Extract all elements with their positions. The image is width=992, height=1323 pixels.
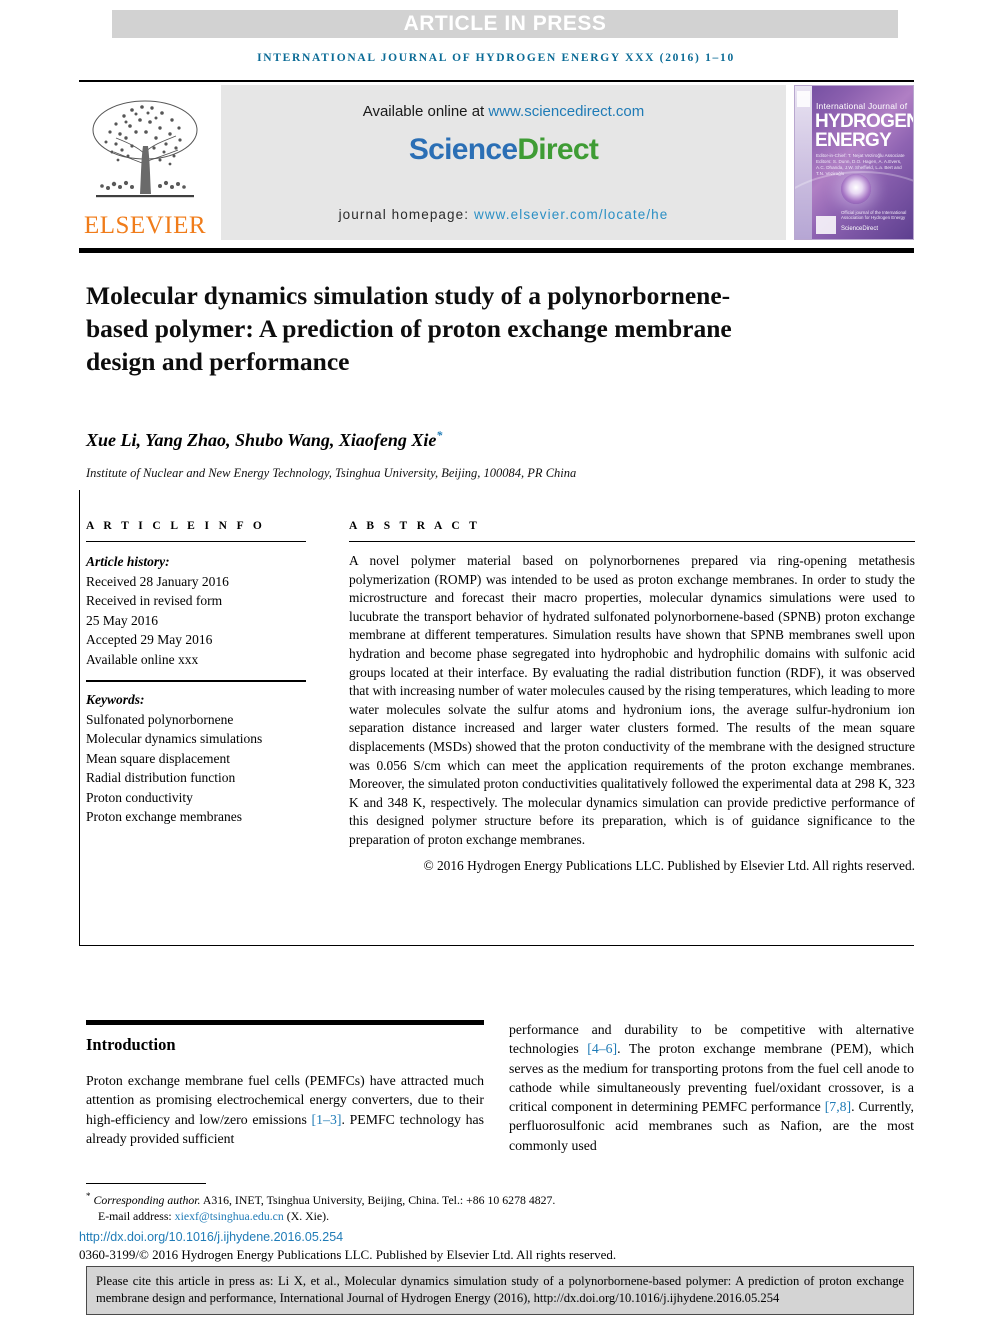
keyword-item: Mean square displacement <box>86 750 230 766</box>
article-in-press-label: ARTICLE IN PRESS <box>403 12 607 35</box>
article-in-press-banner: ARTICLE IN PRESS <box>112 10 898 38</box>
footnote-block: * Corresponding author. A316, INET, Tsin… <box>86 1188 706 1225</box>
cover-iahe-badge-icon <box>816 216 836 234</box>
introduction-paragraph-left: Proton exchange membrane fuel cells (PEM… <box>86 1071 484 1148</box>
author-names: Xue Li, Yang Zhao, Shubo Wang, Xiaofeng … <box>86 430 437 450</box>
sciencedirect-logo-science: Science <box>408 133 518 166</box>
cover-title-energy: ENERGY <box>815 130 892 151</box>
journal-homepage-line: journal homepage: www.elsevier.com/locat… <box>221 207 786 222</box>
masthead: ELSEVIER Available online at www.science… <box>79 80 914 242</box>
sciencedirect-url-link[interactable]: www.sciencedirect.com <box>488 103 644 120</box>
article-info-divider <box>86 541 306 542</box>
cover-journal-prefix: International Journal of <box>816 101 908 111</box>
footnote-rule <box>86 1183 206 1184</box>
abstract-divider <box>349 541 915 542</box>
sciencedirect-logo: ScienceDirect <box>221 133 786 167</box>
left-margin-rule <box>79 490 80 945</box>
article-info-label: A R T I C L E I N F O <box>86 520 266 532</box>
please-cite-text: Please cite this article in press as: Li… <box>96 1274 904 1305</box>
abstract-text: A novel polymer material based on polyno… <box>349 553 915 847</box>
cover-tagline: Official journal of the International As… <box>841 210 907 220</box>
keyword-item: Sulfonated polynorbornene <box>86 711 234 727</box>
email-label: E-mail address: <box>98 1209 175 1224</box>
issn-copyright-line: 0360-3199/© 2016 Hydrogen Energy Publica… <box>79 1247 617 1262</box>
doi-link[interactable]: http://dx.doi.org/10.1016/j.ijhydene.201… <box>79 1230 343 1244</box>
article-history-item: Received 28 January 2016 <box>86 573 229 589</box>
keywords-label: Keywords: <box>86 692 145 707</box>
email-note: E-mail address: xiexf@tsinghua.edu.cn (X… <box>86 1208 706 1225</box>
corresponding-author-marker: * <box>436 428 443 442</box>
abstract-bottom-rule <box>79 945 914 946</box>
journal-homepage-link[interactable]: www.elsevier.com/locate/he <box>474 207 668 222</box>
available-online-line: Available online at www.sciencedirect.co… <box>221 103 786 120</box>
corresponding-author-details: A316, INET, Tsinghua University, Beijing… <box>200 1192 556 1207</box>
sciencedirect-panel: Available online at www.sciencedirect.co… <box>221 85 786 240</box>
cover-elsevier-mark-icon <box>797 91 810 107</box>
article-history-item: Received in revised form <box>86 593 223 608</box>
footnote-marker: * <box>86 1191 91 1201</box>
keyword-item: Proton exchange membranes <box>86 809 242 824</box>
email-suffix: (X. Xie). <box>283 1209 330 1224</box>
affiliation: Institute of Nuclear and New Energy Tech… <box>86 466 577 480</box>
elsevier-tree-icon <box>92 100 198 198</box>
elsevier-wordmark: ELSEVIER <box>83 212 207 239</box>
corresponding-author-label: Corresponding author. <box>93 1192 201 1207</box>
abstract-column: A B S T R A C T A novel polymer material… <box>349 520 915 875</box>
cover-sciencedirect-label: ScienceDirect <box>841 226 879 232</box>
article-history-label: Article history: <box>86 554 170 569</box>
introduction-heading: Introduction <box>86 1035 176 1054</box>
elsevier-logo: ELSEVIER <box>79 85 211 240</box>
email-link[interactable]: xiexf@tsinghua.edu.cn <box>175 1209 284 1223</box>
introduction-rule <box>86 1020 484 1025</box>
abstract-label: A B S T R A C T <box>349 520 481 532</box>
journal-running-head: INTERNATIONAL JOURNAL OF HYDROGEN ENERGY… <box>257 52 735 64</box>
introduction-paragraph-right: performance and durability to be competi… <box>509 1020 914 1155</box>
please-cite-box: Please cite this article in press as: Li… <box>86 1266 914 1315</box>
citation-link-4-6[interactable]: [4–6] <box>587 1041 617 1056</box>
author-list: Xue Li, Yang Zhao, Shubo Wang, Xiaofeng … <box>86 428 846 451</box>
article-history-item: 25 May 2016 <box>86 612 158 628</box>
keywords-divider <box>86 680 306 682</box>
keyword-item: Radial distribution function <box>86 770 236 785</box>
citation-link-7-8[interactable]: [7,8] <box>825 1099 851 1114</box>
journal-homepage-prefix: journal homepage: <box>338 207 474 222</box>
citation-link-1-3[interactable]: [1–3] <box>312 1112 342 1127</box>
body-column-right: performance and durability to be competi… <box>509 1020 914 1155</box>
sciencedirect-logo-direct: Direct <box>517 133 599 166</box>
keyword-item: Proton conductivity <box>86 789 193 805</box>
cover-title-hydrogen: HYDROGEN <box>815 111 914 132</box>
title-top-rule <box>79 248 914 253</box>
keyword-item: Molecular dynamics simulations <box>86 731 263 746</box>
abstract-copyright: © 2016 Hydrogen Energy Publications LLC.… <box>423 857 915 873</box>
article-history-item: Available online xxx <box>86 651 199 667</box>
available-online-prefix: Available online at <box>362 103 489 120</box>
body-column-left: Introduction Proton exchange membrane fu… <box>86 1020 484 1148</box>
article-history-item: Accepted 29 May 2016 <box>86 632 213 647</box>
journal-cover-thumbnail: International Journal of HYDROGEN ENERGY… <box>794 85 914 240</box>
article-info-column: A R T I C L E I N F O Article history: R… <box>86 520 306 827</box>
page-title: Molecular dynamics simulation study of a… <box>86 281 732 377</box>
corresponding-author-note: * Corresponding author. A316, INET, Tsin… <box>86 1188 706 1208</box>
